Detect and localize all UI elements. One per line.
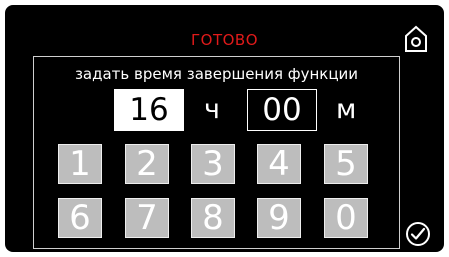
key-8[interactable]: 8 [191, 198, 235, 238]
home-icon[interactable] [403, 24, 429, 54]
key-7[interactable]: 7 [125, 198, 169, 238]
minutes-field[interactable]: 00 [247, 89, 317, 131]
hours-unit-label: ч [204, 94, 220, 125]
end-time-panel: задать время завершения функции 16 ч 00 … [33, 56, 400, 249]
screen: ГОТОВО задать время завершения функции 1… [5, 5, 444, 252]
key-3[interactable]: 3 [191, 144, 235, 184]
check-circle-icon[interactable] [405, 221, 431, 247]
key-5[interactable]: 5 [324, 144, 368, 184]
status-label: ГОТОВО [190, 31, 259, 49]
hours-field[interactable]: 16 [114, 89, 184, 131]
prompt-text: задать время завершения функции [74, 65, 359, 83]
key-1[interactable]: 1 [58, 144, 102, 184]
minutes-unit-label: м [336, 94, 357, 125]
key-0[interactable]: 0 [324, 198, 368, 238]
key-9[interactable]: 9 [257, 198, 301, 238]
key-4[interactable]: 4 [257, 144, 301, 184]
key-6[interactable]: 6 [58, 198, 102, 238]
key-2[interactable]: 2 [125, 144, 169, 184]
